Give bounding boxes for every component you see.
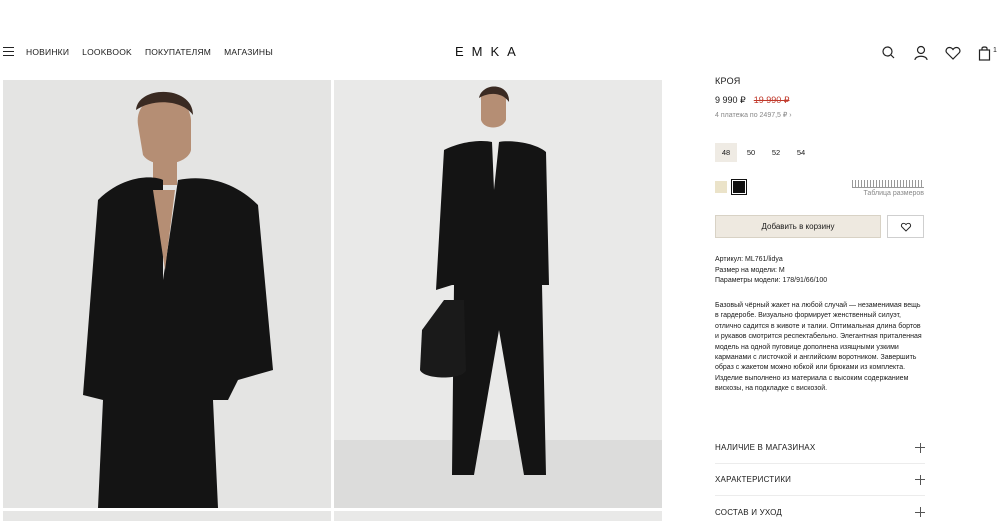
model-params: Параметры модели: 178/91/66/100 (715, 277, 828, 284)
size-chart-label: Таблица размеров (863, 190, 924, 197)
bag-icon[interactable]: 1 (976, 44, 997, 62)
model-closeup-image (3, 80, 331, 508)
accordion-label: ХАРАКТЕРИСТИКИ (715, 475, 792, 484)
model-size: Размер на модели: M (715, 266, 785, 274)
accordion-characteristics[interactable]: ХАРАКТЕРИСТИКИ (715, 464, 925, 496)
product-photo-4[interactable] (334, 511, 662, 521)
product-title: КРОЯ (715, 76, 741, 86)
header-actions: 1 (880, 44, 997, 62)
cart-count: 1 (993, 47, 997, 54)
add-to-cart-button[interactable]: Добавить в корзину (715, 215, 881, 238)
heart-icon (900, 222, 911, 232)
plus-icon (915, 474, 925, 485)
model-fullbody-image (334, 80, 662, 508)
product-photo-3[interactable] (3, 511, 331, 521)
article-number: Артикул: ML761/lidya (715, 256, 783, 263)
product-description: Базовый чёрный жакет на любой случай — н… (715, 302, 922, 393)
product-photo-1[interactable] (3, 80, 331, 508)
ruler-icon (852, 180, 924, 188)
nav-customers[interactable]: ПОКУПАТЕЛЯМ (145, 47, 211, 58)
nav-stores[interactable]: МАГАЗИНЫ (224, 47, 273, 58)
plus-icon (915, 442, 925, 453)
accordion-composition-care[interactable]: СОСТАВ И УХОД (715, 496, 925, 521)
old-price: 19 990 ₽ (753, 95, 790, 105)
size-chart-link[interactable]: Таблица размеров (852, 180, 924, 197)
price-block: 9 990 ₽ 19 990 ₽ (715, 95, 925, 106)
main-nav: НОВИНКИ LOOKBOOK ПОКУПАТЕЛЯМ МАГАЗИНЫ (26, 47, 273, 58)
site-header: НОВИНКИ LOOKBOOK ПОКУПАТЕЛЯМ МАГАЗИНЫ EM… (0, 0, 1000, 80)
user-icon[interactable] (912, 44, 930, 62)
color-swatch-beige[interactable] (715, 181, 727, 193)
installments-link[interactable]: 4 платежа по 2497,5 ₽ › (715, 111, 925, 119)
brand-logo[interactable]: EMKA (455, 44, 524, 60)
color-selector (715, 179, 747, 195)
size-option-54[interactable]: 54 (790, 143, 812, 162)
plus-icon (915, 507, 925, 517)
add-to-favorites-button[interactable] (887, 215, 924, 238)
size-option-50[interactable]: 50 (740, 143, 762, 162)
color-swatch-black[interactable] (731, 179, 747, 195)
size-selector: 48 50 52 54 (715, 143, 812, 162)
nav-lookbook[interactable]: LOOKBOOK (82, 47, 132, 58)
search-icon[interactable] (880, 44, 898, 62)
menu-icon[interactable] (3, 47, 14, 57)
nav-new[interactable]: НОВИНКИ (26, 47, 69, 58)
current-price: 9 990 ₽ (715, 95, 746, 105)
accordion-label: СОСТАВ И УХОД (715, 507, 783, 517)
heart-icon[interactable] (944, 44, 962, 62)
product-specs: Артикул: ML761/lidya Размер на модели: M… (715, 255, 827, 287)
product-info: КРОЯ 9 990 ₽ 19 990 ₽ 4 платежа по 2497,… (715, 76, 925, 517)
accordion-label: НАЛИЧИЕ В МАГАЗИНАХ (715, 443, 816, 452)
accordion-store-availability[interactable]: НАЛИЧИЕ В МАГАЗИНАХ (715, 432, 925, 464)
product-photo-2[interactable] (334, 80, 662, 508)
size-option-48[interactable]: 48 (715, 143, 737, 162)
size-option-52[interactable]: 52 (765, 143, 787, 162)
